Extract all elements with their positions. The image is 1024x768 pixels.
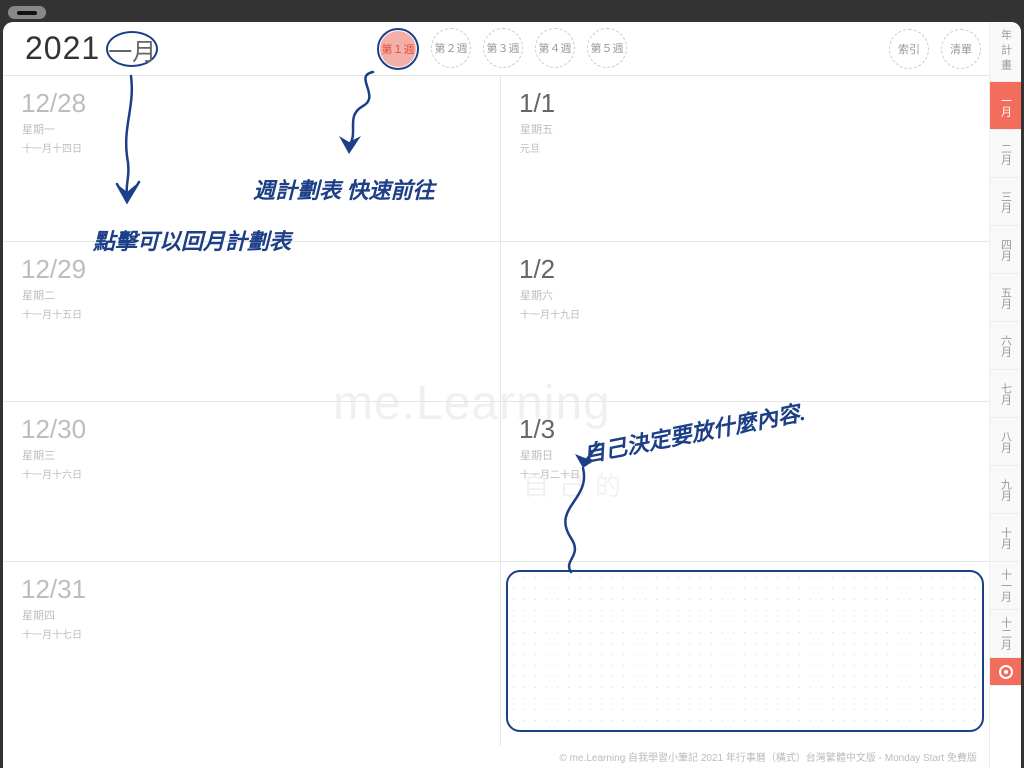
weekday-label: 星期四: [3, 605, 500, 623]
month-tab-6[interactable]: 六月: [990, 322, 1021, 370]
lunar-label: 十一月十六日: [3, 463, 500, 481]
month-tab-12[interactable]: 十二月: [990, 610, 1021, 658]
annual-plan-tab[interactable]: 年計畫: [990, 22, 1021, 82]
planner-page: 2021 一月 第１週 第２週 第３週 第４週 第５週 索引 清單 年計畫: [3, 22, 1021, 768]
weekday-label: 星期三: [3, 445, 500, 463]
lunar-label: 元旦: [501, 137, 989, 155]
week-tab-5[interactable]: 第５週: [587, 28, 627, 68]
record-icon[interactable]: [990, 658, 1021, 686]
date-label: 1/2: [501, 242, 989, 285]
month-tab-4[interactable]: 四月: [990, 226, 1021, 274]
month-tab-1[interactable]: 一月: [990, 82, 1021, 130]
weekday-label: 星期二: [3, 285, 500, 303]
tablet-handle: [8, 6, 46, 19]
arrow-3: [543, 438, 623, 598]
week-tab-4[interactable]: 第４週: [535, 28, 575, 68]
month-tab-11[interactable]: 十一月: [990, 562, 1021, 610]
week-tabs: 第１週 第２週 第３週 第４週 第５週: [377, 28, 627, 70]
date-label: 1/1: [501, 76, 989, 119]
date-label: 12/30: [3, 402, 500, 445]
header-right: 索引 清單: [889, 29, 981, 69]
weekday-label: 星期一: [3, 119, 500, 137]
annotation-month-link: 點擊可以回月計劃表: [93, 224, 291, 256]
lunar-label: 十一月十七日: [3, 623, 500, 641]
year-label: 2021: [25, 30, 100, 67]
month-tab-8[interactable]: 八月: [990, 418, 1021, 466]
weekday-label: 星期六: [501, 285, 989, 303]
week-tab-2[interactable]: 第２週: [431, 28, 471, 68]
weekday-label: 星期五: [501, 119, 989, 137]
list-button[interactable]: 清單: [941, 29, 981, 69]
index-button[interactable]: 索引: [889, 29, 929, 69]
annotation-week-nav: 週計劃表 快速前往: [253, 173, 435, 205]
day-cell-1229[interactable]: 12/29 星期二 十一月十五日: [3, 242, 500, 402]
day-cell-0101[interactable]: 1/1 星期五 元旦: [501, 76, 989, 242]
lunar-label: 十一月十四日: [3, 137, 500, 155]
arrow-2: [333, 54, 393, 174]
lunar-label: 十一月十九日: [501, 303, 989, 321]
month-tab-5[interactable]: 五月: [990, 274, 1021, 322]
date-label: 12/31: [3, 562, 500, 605]
day-cell-1228[interactable]: 12/28 星期一 十一月十四日: [3, 76, 500, 242]
day-cell-1230[interactable]: 12/30 星期三 十一月十六日: [3, 402, 500, 562]
month-tab-7[interactable]: 七月: [990, 370, 1021, 418]
month-sidebar: 年計畫 一月 二月 三月 四月 五月 六月 七月 八月 九月 十月 十一月 十二…: [989, 22, 1021, 768]
month-tab-3[interactable]: 三月: [990, 178, 1021, 226]
week-grid: me.Learning 自己的 12/28 星期一 十一月十四日 12/29 星…: [3, 76, 989, 746]
header: 2021 一月 第１週 第２週 第３週 第４週 第５週 索引 清單: [3, 22, 1021, 76]
lunar-label: 十一月十五日: [3, 303, 500, 321]
day-cell-1231[interactable]: 12/31 星期四 十一月十七日: [3, 562, 500, 737]
week-tab-3[interactable]: 第３週: [483, 28, 523, 68]
date-label: 12/28: [3, 76, 500, 119]
footer-copyright: © me.Learning 自我學習小筆記 2021 年行事曆（橫式）台灣繁體中…: [560, 749, 977, 764]
month-tab-2[interactable]: 二月: [990, 130, 1021, 178]
month-tab-9[interactable]: 九月: [990, 466, 1021, 514]
month-tab-10[interactable]: 十月: [990, 514, 1021, 562]
arrow-1: [113, 56, 153, 226]
day-cell-0102[interactable]: 1/2 星期六 十一月十九日: [501, 242, 989, 402]
